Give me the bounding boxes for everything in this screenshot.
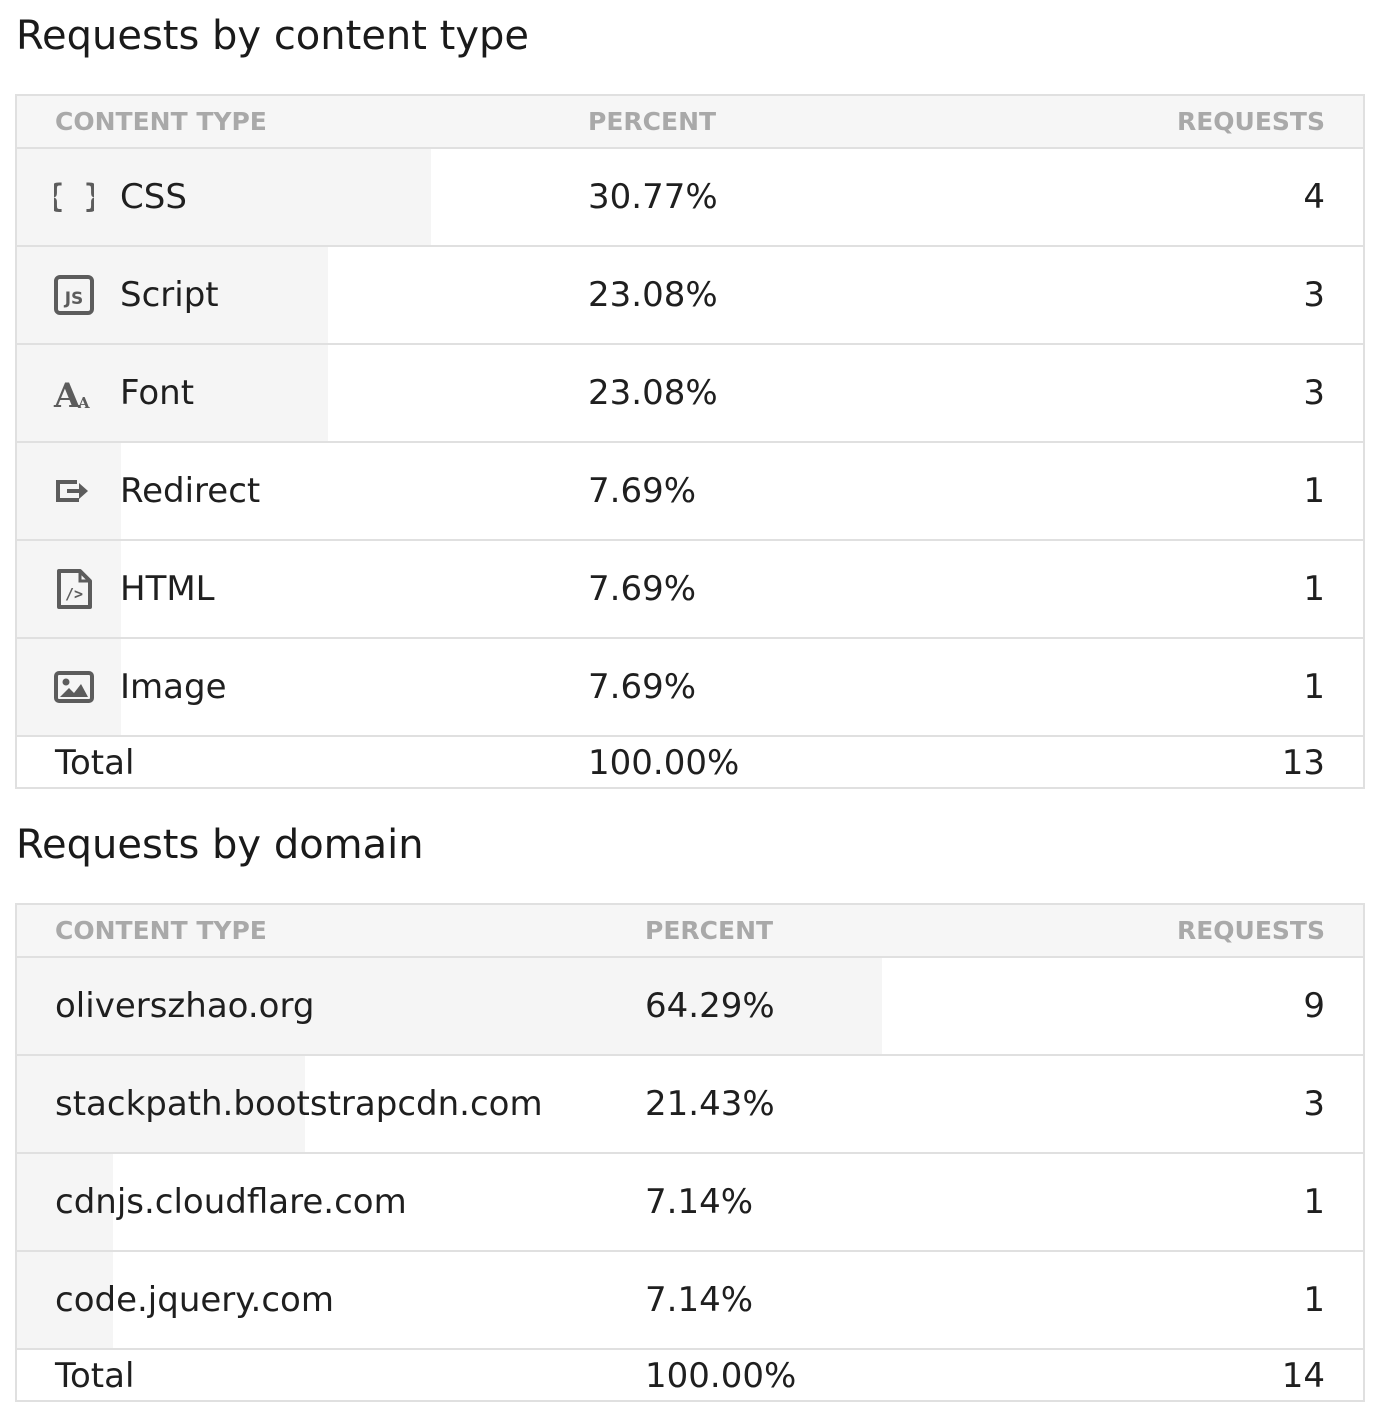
requests-value: 1 xyxy=(1303,667,1325,707)
content-type-label: CSS xyxy=(120,177,187,217)
html-file-icon: /> xyxy=(53,569,95,609)
total-percent: 100.00% xyxy=(645,1356,797,1396)
domain-section-title: Requests by domain xyxy=(16,822,424,868)
table-row[interactable]: cdnjs.cloudflare.com 7.14% 1 xyxy=(17,1154,1363,1252)
requests-value: 3 xyxy=(1303,275,1325,315)
percent-value: 30.77% xyxy=(588,177,718,217)
column-header-content-type[interactable]: CONTENT TYPE xyxy=(55,905,267,956)
redirect-arrow-icon xyxy=(53,471,95,511)
percent-value: 23.08% xyxy=(588,275,718,315)
percent-value: 7.69% xyxy=(588,667,697,707)
percent-value: 7.14% xyxy=(645,1182,754,1222)
total-percent: 100.00% xyxy=(588,743,740,783)
table-row[interactable]: A A Font 23.08% 3 xyxy=(17,345,1363,443)
column-header-percent[interactable]: PERCENT xyxy=(588,96,716,147)
content-type-section-title: Requests by content type xyxy=(16,13,530,59)
column-header-requests[interactable]: REQUESTS xyxy=(1177,96,1325,147)
svg-text:JS: JS xyxy=(64,289,84,309)
requests-value: 1 xyxy=(1303,1182,1325,1222)
total-label: Total xyxy=(55,743,135,783)
total-label: Total xyxy=(55,1356,135,1396)
total-row: Total 100.00% 14 xyxy=(17,1350,1363,1400)
domain-label: code.jquery.com xyxy=(55,1280,334,1320)
percent-value: 64.29% xyxy=(645,986,775,1026)
total-row: Total 100.00% 13 xyxy=(17,737,1363,787)
table-row[interactable]: code.jquery.com 7.14% 1 xyxy=(17,1252,1363,1350)
requests-value: 9 xyxy=(1303,986,1325,1026)
svg-text:{ }: { } xyxy=(54,177,94,215)
table-row[interactable]: oliverszhao.org 64.29% 9 xyxy=(17,958,1363,1056)
content-type-label: Image xyxy=(120,667,227,707)
curly-braces-icon: { } xyxy=(53,177,95,217)
domain-label: stackpath.bootstrapcdn.com xyxy=(55,1084,543,1124)
requests-value: 3 xyxy=(1303,1084,1325,1124)
percent-value: 7.14% xyxy=(645,1280,754,1320)
svg-text:/>: /> xyxy=(65,585,83,603)
image-icon xyxy=(53,667,95,707)
domain-table: CONTENT TYPE PERCENT REQUESTS oliverszha… xyxy=(15,903,1365,1402)
font-icon: A A xyxy=(53,373,95,414)
table-row[interactable]: /> HTML 7.69% 1 xyxy=(17,541,1363,639)
percent-value: 7.69% xyxy=(588,569,697,609)
js-file-icon: JS xyxy=(53,275,95,315)
percent-value: 23.08% xyxy=(588,373,718,413)
content-type-table: CONTENT TYPE PERCENT REQUESTS { } CSS 30… xyxy=(15,94,1365,789)
table-row[interactable]: stackpath.bootstrapcdn.com 21.43% 3 xyxy=(17,1056,1363,1154)
requests-value: 1 xyxy=(1303,1280,1325,1320)
percent-value: 7.69% xyxy=(588,471,697,511)
requests-value: 4 xyxy=(1303,177,1325,217)
svg-text:A: A xyxy=(77,394,90,412)
content-type-table-header: CONTENT TYPE PERCENT REQUESTS xyxy=(17,96,1363,149)
table-row[interactable]: Image 7.69% 1 xyxy=(17,639,1363,737)
content-type-label: Script xyxy=(120,275,219,315)
column-header-requests[interactable]: REQUESTS xyxy=(1177,905,1325,956)
domain-label: cdnjs.cloudflare.com xyxy=(55,1182,407,1222)
column-header-percent[interactable]: PERCENT xyxy=(645,905,773,956)
requests-value: 1 xyxy=(1303,471,1325,511)
content-type-label: Redirect xyxy=(120,471,261,511)
content-type-label: HTML xyxy=(120,569,215,609)
svg-text:A: A xyxy=(53,376,81,414)
table-row[interactable]: { } CSS 30.77% 4 xyxy=(17,149,1363,247)
content-type-label: Font xyxy=(120,373,195,413)
table-row[interactable]: Redirect 7.69% 1 xyxy=(17,443,1363,541)
table-row[interactable]: JS Script 23.08% 3 xyxy=(17,247,1363,345)
column-header-content-type[interactable]: CONTENT TYPE xyxy=(55,96,267,147)
total-requests: 13 xyxy=(1281,743,1325,783)
percent-value: 21.43% xyxy=(645,1084,775,1124)
requests-value: 3 xyxy=(1303,373,1325,413)
requests-value: 1 xyxy=(1303,569,1325,609)
total-requests: 14 xyxy=(1281,1356,1325,1396)
domain-table-header: CONTENT TYPE PERCENT REQUESTS xyxy=(17,905,1363,958)
domain-label: oliverszhao.org xyxy=(55,986,315,1026)
